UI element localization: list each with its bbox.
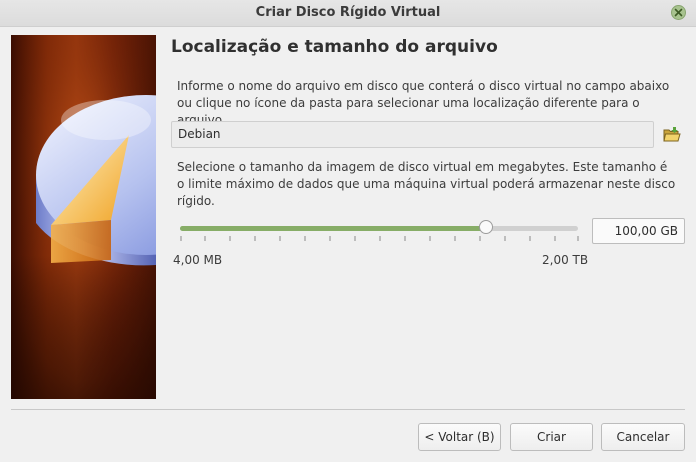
wizard-side-image bbox=[11, 35, 156, 399]
disk-size-input[interactable]: 100,00 GB bbox=[592, 218, 685, 244]
dialog-window: Criar Disco Rígido Virtual Localização e… bbox=[0, 0, 696, 462]
file-location-input[interactable]: Debian bbox=[171, 121, 654, 148]
choose-location-button[interactable] bbox=[662, 125, 682, 145]
create-button[interactable]: Criar bbox=[510, 423, 593, 451]
title-bar[interactable]: Criar Disco Rígido Virtual bbox=[0, 0, 696, 27]
close-icon bbox=[674, 8, 683, 17]
button-separator bbox=[11, 409, 685, 410]
back-button[interactable]: < Voltar (B) bbox=[418, 423, 501, 451]
cancel-button[interactable]: Cancelar bbox=[601, 423, 685, 451]
close-button[interactable] bbox=[671, 5, 686, 20]
slider-handle[interactable] bbox=[479, 220, 493, 234]
slider-fill bbox=[180, 226, 486, 231]
page-heading: Localização e tamanho do arquivo bbox=[171, 37, 498, 57]
size-range-max-label: 2,00 TB bbox=[542, 253, 589, 267]
size-range-min-label: 4,00 MB bbox=[173, 253, 223, 267]
size-description: Selecione o tamanho da imagem de disco v… bbox=[177, 160, 676, 208]
disk-size-slider[interactable] bbox=[180, 220, 580, 247]
window-title: Criar Disco Rígido Virtual bbox=[255, 5, 441, 20]
slider-ticks bbox=[180, 236, 579, 241]
disk-illustration bbox=[11, 35, 156, 399]
folder-open-icon bbox=[663, 127, 681, 142]
